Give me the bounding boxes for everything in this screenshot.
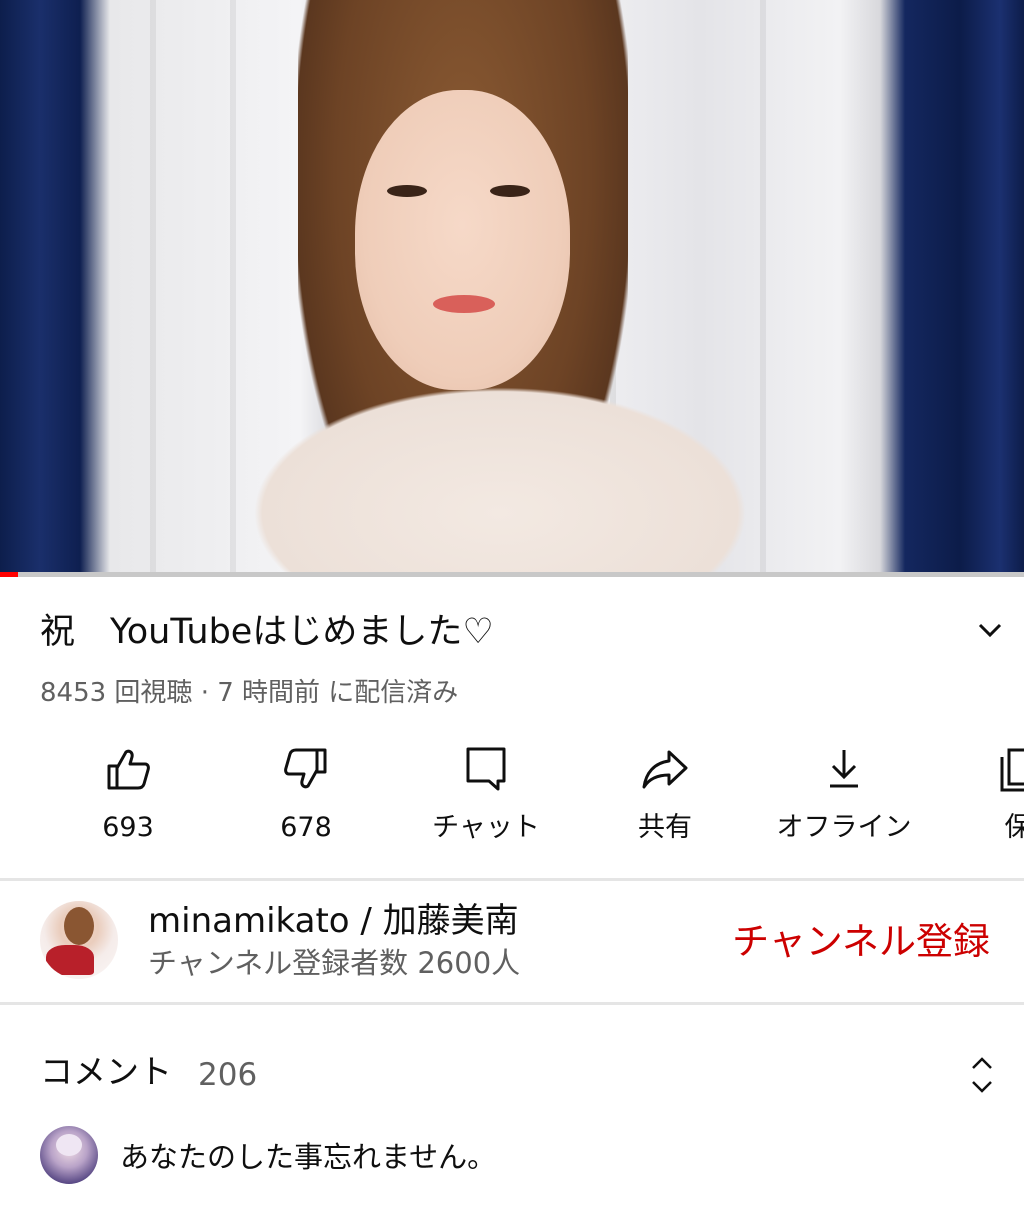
subscriber-count: チャンネル登録者数 2600人 — [148, 946, 521, 980]
offline-label: オフライン — [776, 812, 912, 843]
chevron-down-icon — [978, 623, 1002, 638]
chat-label: チャット — [432, 812, 540, 843]
channel-name[interactable]: minamikato / 加藤美南 — [148, 898, 519, 944]
like-count: 693 — [102, 812, 154, 843]
channel-avatar[interactable] — [40, 901, 118, 979]
offline-download-button[interactable]: オフライン — [754, 730, 934, 860]
video-meta: 8453 回視聴 · 7 時間前 に配信済み — [40, 678, 459, 708]
download-icon — [830, 750, 858, 788]
chat-icon — [466, 747, 506, 791]
like-button[interactable]: 693 — [38, 730, 218, 860]
commenter-avatar[interactable] — [40, 1126, 98, 1184]
subscribe-button[interactable]: チャンネル登録 — [700, 915, 990, 969]
save-icon — [1000, 748, 1024, 792]
divider — [0, 878, 1024, 881]
expand-description-button[interactable] — [970, 614, 1010, 646]
comment-text[interactable]: あなたのした事忘れません。 — [120, 1136, 496, 1178]
share-icon — [642, 750, 688, 789]
save-button[interactable]: 保 — [928, 730, 1024, 860]
video-progress-bar[interactable] — [0, 572, 1024, 577]
comments-count: 206 — [198, 1057, 258, 1093]
video-title[interactable]: 祝 YouTubeはじめました♡ — [40, 606, 940, 658]
divider — [0, 1002, 1024, 1005]
unfold-icon — [972, 1057, 992, 1093]
chat-button[interactable]: チャット — [396, 730, 576, 860]
save-label: 保 — [1004, 812, 1024, 843]
dislike-count: 678 — [280, 812, 332, 843]
video-progress-fill — [0, 572, 19, 577]
comments-expand-button[interactable] — [962, 1052, 1002, 1098]
thumbs-down-icon — [284, 748, 327, 789]
comments-header[interactable]: コメント — [40, 1050, 172, 1094]
share-button[interactable]: 共有 — [575, 730, 755, 860]
dislike-button[interactable]: 678 — [216, 730, 396, 860]
share-label: 共有 — [638, 812, 692, 843]
video-player[interactable] — [0, 0, 1024, 572]
action-row: 693 678 チャット 共有 オフライン 保 — [0, 730, 1024, 860]
thumbs-up-icon — [107, 749, 150, 790]
